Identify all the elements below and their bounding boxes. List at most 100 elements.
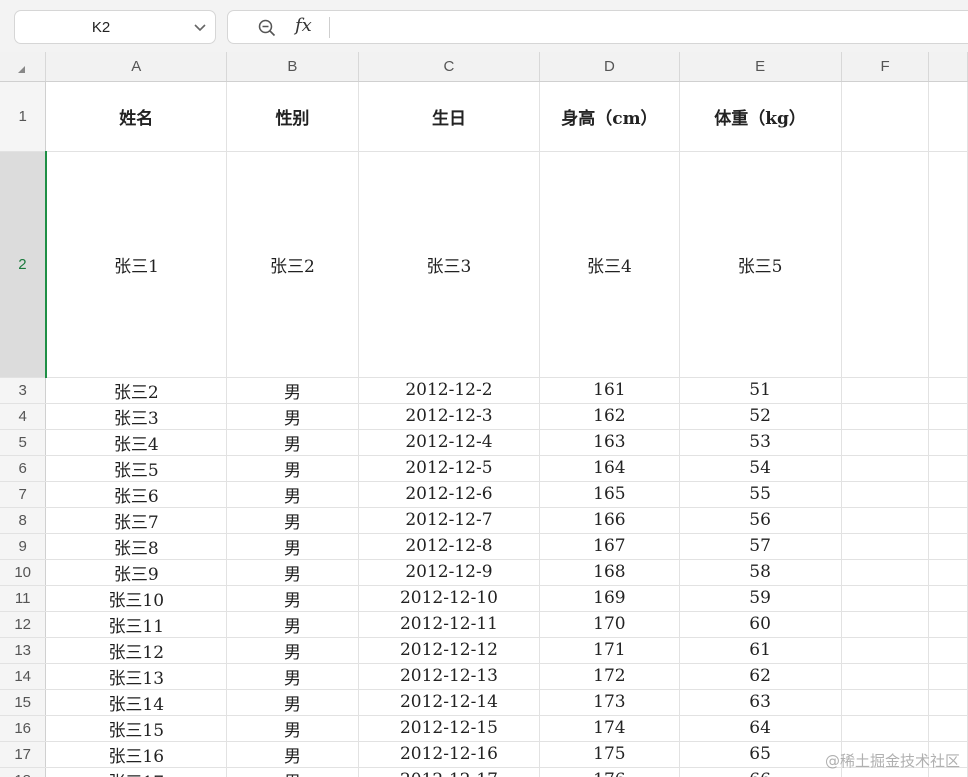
cell-e9[interactable]: 57 (679, 533, 842, 560)
row-header-1[interactable]: 1 (0, 81, 47, 152)
cell-c16[interactable]: 2012-12-15 (358, 715, 541, 742)
cell-c6[interactable]: 2012-12-5 (358, 455, 541, 482)
cell-overflow-12[interactable] (928, 611, 968, 638)
cell-a18[interactable]: 张三17 (45, 767, 228, 777)
cell-e12[interactable]: 60 (679, 611, 842, 638)
chevron-down-icon[interactable] (192, 19, 208, 35)
cell-e5[interactable]: 53 (679, 429, 842, 456)
cell-overflow-7[interactable] (928, 481, 968, 508)
zoom-out-icon[interactable] (257, 18, 277, 38)
cell-d5[interactable]: 163 (539, 429, 680, 456)
cell-a5[interactable]: 张三4 (45, 429, 228, 456)
cell-overflow-5[interactable] (928, 429, 968, 456)
cell-e3[interactable]: 51 (679, 377, 842, 404)
column-header-overflow[interactable] (928, 52, 968, 82)
row-header-7[interactable]: 7 (0, 481, 47, 508)
cell-b5[interactable]: 男 (226, 429, 359, 456)
cell-d11[interactable]: 169 (539, 585, 680, 612)
cell-e13[interactable]: 61 (679, 637, 842, 664)
cell-d8[interactable]: 166 (539, 507, 680, 534)
cell-c15[interactable]: 2012-12-14 (358, 689, 541, 716)
cell-d17[interactable]: 175 (539, 741, 680, 768)
formula-input-area[interactable]: fx (227, 10, 968, 44)
cell-d2[interactable]: 张三4 (539, 151, 680, 378)
cell-e14[interactable]: 62 (679, 663, 842, 690)
cell-b2[interactable]: 张三2 (226, 151, 359, 378)
cell-d7[interactable]: 165 (539, 481, 680, 508)
cell-a13[interactable]: 张三12 (45, 637, 228, 664)
column-header-a[interactable]: A (45, 52, 228, 82)
cell-b6[interactable]: 男 (226, 455, 359, 482)
cell-e2[interactable]: 张三5 (679, 151, 842, 378)
cell-f11[interactable] (841, 585, 930, 612)
cell-c11[interactable]: 2012-12-10 (358, 585, 541, 612)
cell-f5[interactable] (841, 429, 930, 456)
row-header-11[interactable]: 11 (0, 585, 47, 612)
cell-f13[interactable] (841, 637, 930, 664)
cell-overflow-10[interactable] (928, 559, 968, 586)
row-header-16[interactable]: 16 (0, 715, 47, 742)
cell-c17[interactable]: 2012-12-16 (358, 741, 541, 768)
row-header-9[interactable]: 9 (0, 533, 47, 560)
cell-f4[interactable] (841, 403, 930, 430)
row-header-14[interactable]: 14 (0, 663, 47, 690)
cell-c10[interactable]: 2012-12-9 (358, 559, 541, 586)
row-header-12[interactable]: 12 (0, 611, 47, 638)
cell-f8[interactable] (841, 507, 930, 534)
cell-c1[interactable]: 生日 (358, 81, 541, 152)
row-header-13[interactable]: 13 (0, 637, 47, 664)
column-header-b[interactable]: B (226, 52, 359, 82)
cell-b10[interactable]: 男 (226, 559, 359, 586)
cell-a15[interactable]: 张三14 (45, 689, 228, 716)
name-box[interactable]: K2 (14, 10, 216, 44)
cell-b16[interactable]: 男 (226, 715, 359, 742)
cell-b7[interactable]: 男 (226, 481, 359, 508)
cell-d14[interactable]: 172 (539, 663, 680, 690)
cell-c9[interactable]: 2012-12-8 (358, 533, 541, 560)
cell-e16[interactable]: 64 (679, 715, 842, 742)
cell-a12[interactable]: 张三11 (45, 611, 228, 638)
cell-overflow-16[interactable] (928, 715, 968, 742)
row-header-15[interactable]: 15 (0, 689, 47, 716)
cell-f6[interactable] (841, 455, 930, 482)
function-icon[interactable]: fx (295, 15, 312, 36)
cell-overflow-15[interactable] (928, 689, 968, 716)
cell-overflow-13[interactable] (928, 637, 968, 664)
cell-c13[interactable]: 2012-12-12 (358, 637, 541, 664)
column-header-e[interactable]: E (679, 52, 842, 82)
cell-c18[interactable]: 2012-12-17 (358, 767, 541, 777)
cell-c4[interactable]: 2012-12-3 (358, 403, 541, 430)
column-header-d[interactable]: D (539, 52, 680, 82)
cell-overflow-9[interactable] (928, 533, 968, 560)
cell-d10[interactable]: 168 (539, 559, 680, 586)
row-header-5[interactable]: 5 (0, 429, 47, 456)
row-header-18[interactable]: 18 (0, 767, 47, 777)
cell-a11[interactable]: 张三10 (45, 585, 228, 612)
row-header-3[interactable]: 3 (0, 377, 47, 404)
cell-overflow-3[interactable] (928, 377, 968, 404)
cell-a4[interactable]: 张三3 (45, 403, 228, 430)
cell-e18[interactable]: 66 (679, 767, 842, 777)
cell-c7[interactable]: 2012-12-6 (358, 481, 541, 508)
row-header-8[interactable]: 8 (0, 507, 47, 534)
cell-f12[interactable] (841, 611, 930, 638)
cell-overflow-8[interactable] (928, 507, 968, 534)
cell-f9[interactable] (841, 533, 930, 560)
cell-a6[interactable]: 张三5 (45, 455, 228, 482)
cell-b18[interactable]: 男 (226, 767, 359, 777)
row-header-2[interactable]: 2 (0, 151, 47, 378)
cell-a2[interactable]: 张三1 (45, 151, 228, 378)
cell-b3[interactable]: 男 (226, 377, 359, 404)
cell-f1[interactable] (841, 81, 930, 152)
cell-f15[interactable] (841, 689, 930, 716)
row-header-6[interactable]: 6 (0, 455, 47, 482)
cell-b17[interactable]: 男 (226, 741, 359, 768)
cell-c8[interactable]: 2012-12-7 (358, 507, 541, 534)
cell-e10[interactable]: 58 (679, 559, 842, 586)
cell-a9[interactable]: 张三8 (45, 533, 228, 560)
cell-f2[interactable] (841, 151, 930, 378)
cell-c14[interactable]: 2012-12-13 (358, 663, 541, 690)
cell-d16[interactable]: 174 (539, 715, 680, 742)
cell-a14[interactable]: 张三13 (45, 663, 228, 690)
cell-b9[interactable]: 男 (226, 533, 359, 560)
